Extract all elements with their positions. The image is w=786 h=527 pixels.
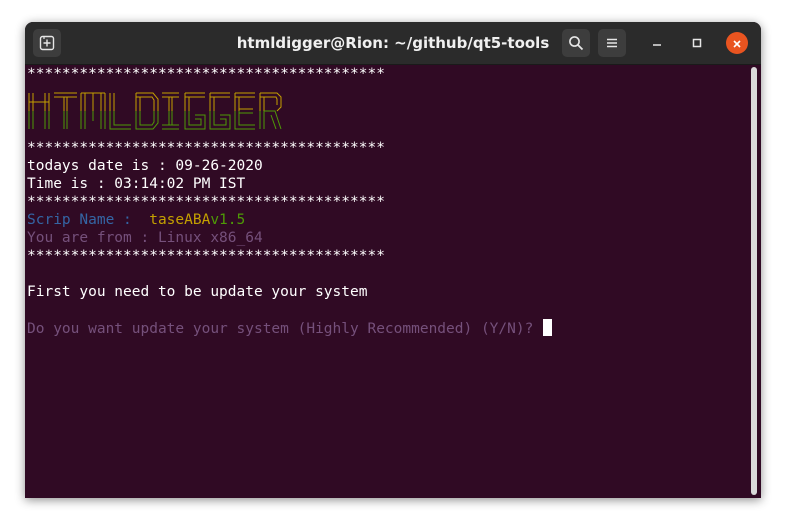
- minimize-icon: [651, 34, 663, 53]
- ascii-art-logo: [27, 91, 283, 135]
- terminal-output[interactable]: ****************************************…: [25, 65, 749, 498]
- script-name-value: taseABA: [149, 212, 211, 228]
- minimize-button[interactable]: [647, 33, 667, 53]
- update-notice: First you need to be update your system: [27, 284, 368, 300]
- close-button[interactable]: [726, 32, 748, 54]
- script-name-label: Scrip Name :: [27, 212, 150, 228]
- menu-button[interactable]: [598, 29, 626, 57]
- separator-line: ****************************************…: [27, 140, 385, 156]
- title-bar[interactable]: htmldigger@Rion: ~/github/qt5-tools: [25, 22, 761, 65]
- close-icon: [732, 34, 742, 53]
- separator-line: ****************************************…: [27, 66, 385, 82]
- scrollbar[interactable]: [751, 67, 757, 495]
- time-line: Time is : 03:14:02 PM IST: [27, 176, 246, 192]
- hamburger-menu-icon: [604, 35, 620, 51]
- maximize-button[interactable]: [687, 33, 707, 53]
- terminal-window: htmldigger@Rion: ~/github/qt5-tools ****…: [25, 22, 761, 498]
- script-version: v1.5: [210, 212, 246, 228]
- platform-line: You are from : Linux x86_64: [27, 230, 263, 246]
- prompt-line[interactable]: Do you want update your system (Highly R…: [27, 319, 553, 337]
- search-icon: [568, 35, 584, 51]
- text-cursor: [543, 319, 553, 336]
- date-line: todays date is : 09-26-2020: [27, 158, 263, 174]
- separator-line: ****************************************…: [27, 248, 385, 264]
- new-tab-icon: [39, 35, 55, 51]
- update-prompt: Do you want update your system (Highly R…: [27, 321, 543, 337]
- new-tab-button[interactable]: [33, 29, 61, 57]
- script-name-line: Scrip Name : taseABAv1.5: [27, 211, 245, 229]
- maximize-icon: [691, 34, 703, 53]
- separator-line: ****************************************…: [27, 194, 385, 210]
- search-button[interactable]: [562, 29, 590, 57]
